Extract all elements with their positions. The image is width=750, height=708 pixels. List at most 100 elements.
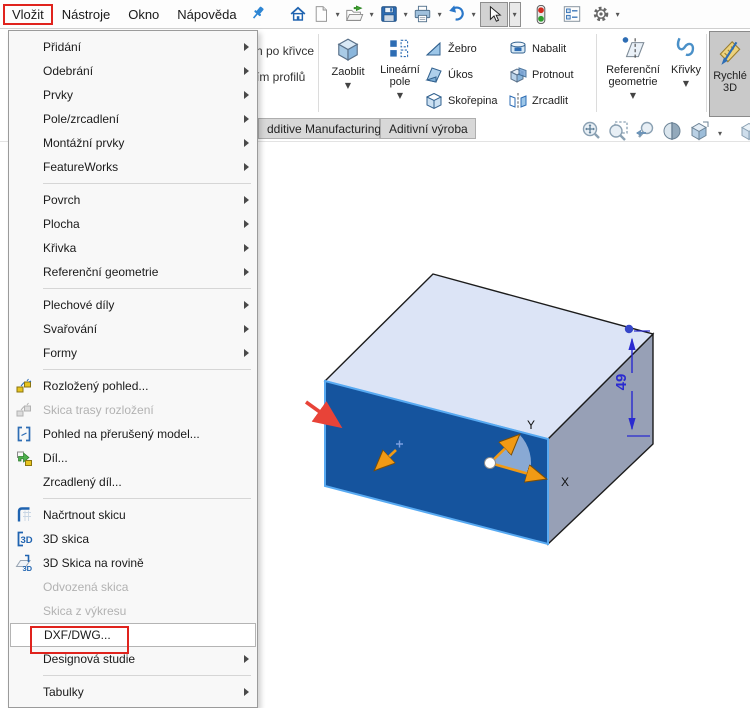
menu-item-prvky[interactable]: Prvky [9,83,257,107]
menu-item-odebrani[interactable]: Odebrání [9,59,257,83]
menu-item-formy[interactable]: Formy [9,341,257,365]
intersect-button[interactable]: Protnout [508,65,574,84]
menu-item-zrcadleny-dil[interactable]: Zrcadlený díl... [9,470,257,494]
instant-3d-icon [719,40,741,65]
menu-item-featureworks[interactable]: FeatureWorks [9,155,257,179]
undo-dropdown-icon[interactable]: ▾ [469,10,479,19]
undo-icon[interactable] [446,3,468,25]
menu-item-referencni-geometrie[interactable]: Referenční geometrie [9,260,257,284]
previous-view-icon[interactable] [634,120,656,147]
home-icon[interactable] [287,3,309,25]
menu-napoveda[interactable]: Nápověda [168,4,245,25]
solidworks-window: Vložit Nástroje Okno Nápověda ▾ ▾ ▾ ▾ ▾ … [0,0,750,708]
menu-item-plechove-dily[interactable]: Plechové díly [9,293,257,317]
menu-item-designova-studie[interactable]: Designová studie [9,647,257,671]
tab-additive-manufacturing[interactable]: dditive Manufacturing [258,118,381,139]
menu-item-svarovani[interactable]: Svařování [9,317,257,341]
mirror-button[interactable]: Zrcadlit [508,91,568,110]
menu-bar: Vložit Nástroje Okno Nápověda ▾ ▾ ▾ ▾ ▾ … [0,0,750,29]
insert-part-icon [15,449,33,467]
insert-menu-dropdown: Přidání Odebrání Prvky Pole/zrcadlení Mo… [8,30,258,708]
fillet-button[interactable]: Zaoblit ▼ [324,35,372,90]
select-dropdown-icon[interactable]: ▾ [508,1,521,27]
shell-icon [425,92,443,110]
submenu-arrow-icon [244,220,249,228]
reference-geometry-button[interactable]: Referenční geometrie ▼ [602,35,664,100]
tab-aditivni-vyroba[interactable]: Aditivní výroba [380,118,476,139]
curves-button[interactable]: Křivky ▼ [664,35,708,88]
menu-item-pole-zrcadleni[interactable]: Pole/zrcadlení [9,107,257,131]
draft-button[interactable]: Úkos [424,65,473,84]
menu-item-montazni-prvky[interactable]: Montážní prvky [9,131,257,155]
pin-icon[interactable] [250,4,267,24]
fillet-dropdown-icon[interactable]: ▼ [324,81,372,90]
partial-label-sweep: n po křivce [256,44,315,58]
3d-sketch-plane-icon: 3D [15,554,33,573]
menu-item-3d-skica[interactable]: 3D 3D skica [9,527,257,551]
menu-item-pohled-na-preruseny-model[interactable]: Pohled na přerušený model... [9,422,257,446]
menu-item-krivka[interactable]: Křivka [9,236,257,260]
menu-okno[interactable]: Okno [119,4,168,25]
submenu-arrow-icon [244,43,249,51]
rib-button[interactable]: Žebro [424,39,477,58]
submenu-arrow-icon [244,139,249,147]
section-view-icon[interactable] [661,120,683,147]
sketch-icon [15,506,33,524]
menu-item-povrch[interactable]: Povrch [9,188,257,212]
curves-dropdown-icon[interactable]: ▼ [664,79,708,88]
settings-dropdown-icon[interactable]: ▾ [613,10,623,19]
submenu-arrow-icon [244,688,249,696]
open-icon[interactable] [344,3,366,25]
new-document-dropdown-icon[interactable]: ▾ [333,10,343,19]
model-box[interactable] [323,273,655,546]
save-icon[interactable] [378,3,400,25]
rebuild-traffic-light-icon[interactable] [530,3,552,25]
save-dropdown-icon[interactable]: ▾ [401,10,411,19]
reference-geometry-dropdown-icon[interactable]: ▼ [602,91,664,100]
menu-item-skica-z-vykresu: Skica z výkresu [43,604,127,618]
menu-separator [43,288,251,289]
ribbon-separator [596,34,597,112]
menu-vlozit[interactable]: Vložit [3,3,53,25]
menu-item-pridani[interactable]: Přidání [9,35,257,59]
zoom-area-icon[interactable] [607,120,629,147]
menu-item-tabulky[interactable]: Tabulky [9,680,257,704]
linear-pattern-dropdown-icon[interactable]: ▼ [374,91,426,100]
linear-pattern-button[interactable]: Lineární pole ▼ [374,37,426,100]
shell-button[interactable]: Skořepina [424,91,498,110]
submenu-arrow-icon [244,196,249,204]
dimension-value[interactable]: 49 [613,374,630,391]
menu-item-skica-trasy-rozlozeni: Skica trasy rozložení [9,398,257,422]
menu-nastroje[interactable]: Nástroje [53,4,119,25]
triad-origin-point[interactable] [484,457,496,469]
settings-gear-icon[interactable] [590,3,612,25]
new-document-icon[interactable] [310,3,332,25]
design-tree-icon[interactable] [561,3,583,25]
menu-separator [43,675,251,676]
view-orientation-dropdown-icon[interactable]: ▾ [715,129,725,138]
submenu-arrow-icon [244,325,249,333]
display-style-icon[interactable] [738,120,750,147]
menu-item-dil[interactable]: Díl... [9,446,257,470]
dimension-handle-point[interactable] [624,324,634,334]
open-dropdown-icon[interactable]: ▾ [367,10,377,19]
menu-item-plocha[interactable]: Plocha [9,212,257,236]
instant-3d-button[interactable]: Rychlé 3D [709,31,750,117]
menu-item-dxf-dwg[interactable]: DXF/DWG... [10,623,256,647]
view-orientation-icon[interactable] [688,120,710,147]
menu-item-nacrtnout-skicu[interactable]: Načrtnout skicu [9,503,257,527]
print-dropdown-icon[interactable]: ▾ [435,10,445,19]
zoom-fit-icon[interactable] [580,120,602,147]
wrap-button[interactable]: Nabalit [508,39,566,58]
heads-up-view-toolbar: ▾ [580,120,750,147]
mirror-icon [509,93,527,109]
menu-separator [43,498,251,499]
menu-item-3d-skica-na-rovine[interactable]: 3D 3D Skica na rovině [9,551,257,575]
print-icon[interactable] [412,3,434,25]
submenu-arrow-icon [244,301,249,309]
ribbon-separator [706,34,707,112]
linear-pattern-icon [390,39,409,58]
submenu-arrow-icon [244,115,249,123]
select-cursor-icon[interactable] [479,1,508,27]
menu-item-rozlozeny-pohled[interactable]: Rozložený pohled... [9,374,257,398]
